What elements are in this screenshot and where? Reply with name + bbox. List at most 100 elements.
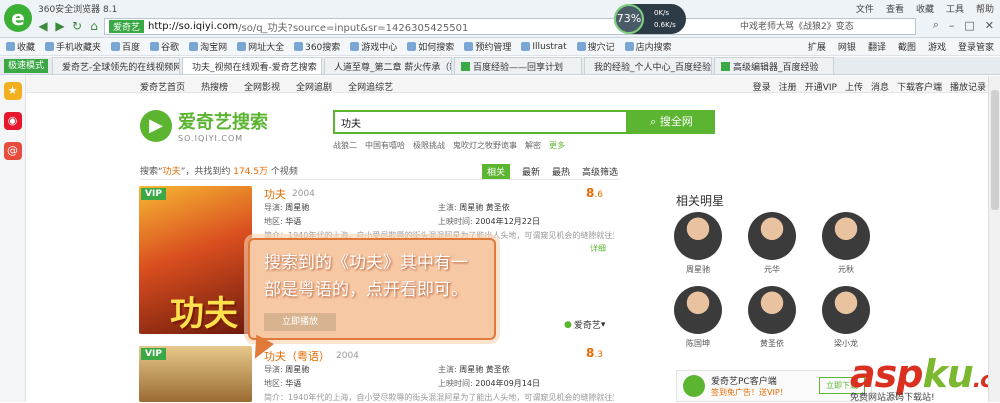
bookmark-item[interactable]: 收藏 bbox=[6, 40, 35, 53]
home-icon[interactable]: ⌂ bbox=[87, 19, 101, 33]
refresh-icon[interactable]: ↻ bbox=[70, 19, 84, 33]
sort-relevant[interactable]: 相关 bbox=[482, 164, 511, 179]
search-icon[interactable]: ⌕ bbox=[933, 18, 939, 32]
source-selector[interactable]: ● 爱奇艺 ▾ bbox=[564, 318, 605, 332]
translate-button[interactable]: 翻译 bbox=[868, 40, 886, 53]
hot-word[interactable]: 极限挑战 bbox=[413, 140, 445, 151]
bookmark-item[interactable]: Illustrat bbox=[521, 42, 567, 52]
hot-word[interactable]: 中国有嘻哈 bbox=[365, 140, 405, 151]
maximize-icon[interactable]: □ bbox=[964, 19, 974, 32]
games-button[interactable]: 游戏 bbox=[928, 40, 946, 53]
close-icon[interactable]: ✕ bbox=[985, 19, 994, 32]
result-year: 2004 bbox=[336, 351, 359, 361]
cast-link[interactable]: 周星驰 黄圣依 bbox=[459, 365, 510, 374]
cast-link[interactable]: 周星驰 黄圣依 bbox=[459, 203, 510, 212]
login-link[interactable]: 登录 bbox=[753, 80, 771, 93]
hot-word[interactable]: 鬼吹灯之牧野诡事 bbox=[453, 140, 517, 151]
browser-search-input[interactable]: 中戏老师大骂《战狼2》变态 bbox=[740, 19, 854, 32]
star-card[interactable]: 黄圣依 bbox=[742, 286, 802, 349]
detail-link[interactable]: 详细 bbox=[590, 243, 606, 254]
search-button[interactable]: ⌕ 搜全网 bbox=[628, 110, 715, 134]
forward-icon[interactable]: ▶ bbox=[53, 19, 67, 33]
page-scrollbar[interactable] bbox=[988, 76, 1000, 402]
bookmark-item[interactable]: 360搜索 bbox=[294, 40, 340, 53]
bookmark-item[interactable]: 游戏中心 bbox=[350, 40, 397, 53]
nav-variety[interactable]: 全网追综艺 bbox=[348, 80, 393, 93]
hot-word[interactable]: 解密 bbox=[525, 140, 541, 151]
weibo-icon[interactable]: ◉ bbox=[3, 112, 22, 130]
scroll-thumb[interactable] bbox=[991, 90, 999, 210]
result-title[interactable]: 功夫 bbox=[264, 186, 286, 202]
menu-tools[interactable]: 工具 bbox=[946, 2, 964, 15]
avatar bbox=[822, 286, 870, 334]
tab-editor[interactable]: 高级编辑器_百度经验 bbox=[714, 57, 835, 74]
director-link[interactable]: 周星驰 bbox=[285, 203, 309, 212]
menu-view[interactable]: 查看 bbox=[886, 2, 904, 15]
tab-my-jingyan[interactable]: 我的经验_个人中心_百度经验 bbox=[584, 57, 713, 74]
star-card[interactable]: 陈国坤 bbox=[668, 286, 728, 349]
tab-strip: 极速模式 爱奇艺-全球领先的在线视频网 功夫_视频在线观看-爱奇艺搜索 人道至尊… bbox=[0, 57, 1000, 75]
star-card[interactable]: 梁小龙 bbox=[816, 286, 876, 349]
phone-icon bbox=[45, 42, 55, 51]
menu-file[interactable]: 文件 bbox=[856, 2, 874, 15]
site-icon bbox=[237, 42, 247, 51]
play-now-button[interactable]: 立即播放 bbox=[264, 313, 336, 331]
back-icon[interactable]: ◀ bbox=[36, 19, 50, 33]
minimize-icon[interactable]: – bbox=[949, 19, 955, 32]
hot-word-more[interactable]: 更多 bbox=[549, 140, 565, 151]
speed-mode-badge[interactable]: 极速模式 bbox=[4, 58, 49, 73]
sort-hottest[interactable]: 最热 bbox=[552, 165, 570, 178]
vip-link[interactable]: 开通VIP bbox=[805, 80, 837, 93]
nav-movies[interactable]: 全网影视 bbox=[244, 80, 280, 93]
history-link[interactable]: 播放记录 bbox=[950, 80, 986, 93]
nav-iqiyi-home[interactable]: 爱奇艺首页 bbox=[140, 80, 185, 93]
messages-link[interactable]: 消息 bbox=[871, 80, 889, 93]
toolbar-right: 扩展 网银 翻译 截图 游戏 登录管家 bbox=[796, 40, 994, 53]
stars-row-1: 周星驰 元华 元秋 bbox=[668, 212, 876, 275]
star-icon[interactable]: ★ bbox=[3, 82, 22, 100]
bookmark-item[interactable]: 手机收藏夹 bbox=[45, 40, 101, 53]
bookmark-item[interactable]: 如何搜索 bbox=[407, 40, 454, 53]
menu-help[interactable]: 帮助 bbox=[976, 2, 994, 15]
search-input[interactable]: 功夫 bbox=[333, 110, 628, 134]
screenshot-button[interactable]: 截图 bbox=[898, 40, 916, 53]
bookmark-item[interactable]: 店内搜索 bbox=[624, 40, 672, 53]
bookmark-item[interactable]: 网址大全 bbox=[237, 40, 284, 53]
bookmark-item[interactable]: 淘宝网 bbox=[189, 40, 227, 53]
tab-novel[interactable]: 人道至尊_第二章 薪火传承（新） bbox=[324, 57, 453, 74]
result-region: 地区: 华语 bbox=[264, 379, 302, 388]
upload-link[interactable]: 上传 bbox=[845, 80, 863, 93]
nav-series[interactable]: 全网追剧 bbox=[296, 80, 332, 93]
mail-icon[interactable]: @ bbox=[3, 142, 22, 160]
result-title[interactable]: 功夫（粤语） bbox=[264, 348, 330, 364]
sort-options: 相关 最新 最热 高级筛选 bbox=[482, 164, 630, 179]
extensions-button[interactable]: 扩展 bbox=[808, 40, 826, 53]
menu-favorites[interactable]: 收藏 bbox=[916, 2, 934, 15]
director-link[interactable]: 周星驰 bbox=[285, 365, 309, 374]
browser-logo-icon[interactable]: e bbox=[4, 4, 32, 32]
bookmark-item[interactable]: 搜穴记 bbox=[576, 40, 615, 53]
download-client-link[interactable]: 下载客户端 bbox=[897, 80, 942, 93]
tab-search-active[interactable]: 功夫_视频在线观看-爱奇艺搜索 bbox=[182, 57, 323, 74]
avatar bbox=[748, 212, 796, 260]
register-link[interactable]: 注册 bbox=[779, 80, 797, 93]
page-icon bbox=[721, 61, 731, 71]
login-manager-button[interactable]: 登录管家 bbox=[958, 40, 994, 53]
tab-baidu-jingyan[interactable]: 百度经验——回享计划 bbox=[454, 57, 583, 74]
bookmark-item[interactable]: 百度 bbox=[111, 40, 140, 53]
advanced-filter[interactable]: 高级筛选 bbox=[582, 165, 618, 178]
star-card[interactable]: 元秋 bbox=[816, 212, 876, 275]
netbank-button[interactable]: 网银 bbox=[838, 40, 856, 53]
bookmark-item[interactable]: 预约管理 bbox=[464, 40, 511, 53]
star-card[interactable]: 周星驰 bbox=[668, 212, 728, 275]
sort-newest[interactable]: 最新 bbox=[522, 165, 540, 178]
star-card[interactable]: 元华 bbox=[742, 212, 802, 275]
hot-word[interactable]: 战狼二 bbox=[333, 140, 357, 151]
nav-hot-list[interactable]: 热搜榜 bbox=[201, 80, 228, 93]
tab-iqiyi-home[interactable]: 爱奇艺-全球领先的在线视频网 bbox=[52, 57, 181, 74]
baidu-icon bbox=[111, 42, 121, 51]
iqiyi-search-logo[interactable]: ▶ 爱奇艺搜索 SO.IQIYI.COM bbox=[140, 108, 268, 143]
url-path: /so/q_功夫?source=input&sr=1426305425501 bbox=[238, 22, 469, 34]
bookmark-item[interactable]: 谷歌 bbox=[150, 40, 179, 53]
network-speed-widget[interactable]: 73% 0K/s 0.6K/s bbox=[614, 4, 686, 34]
